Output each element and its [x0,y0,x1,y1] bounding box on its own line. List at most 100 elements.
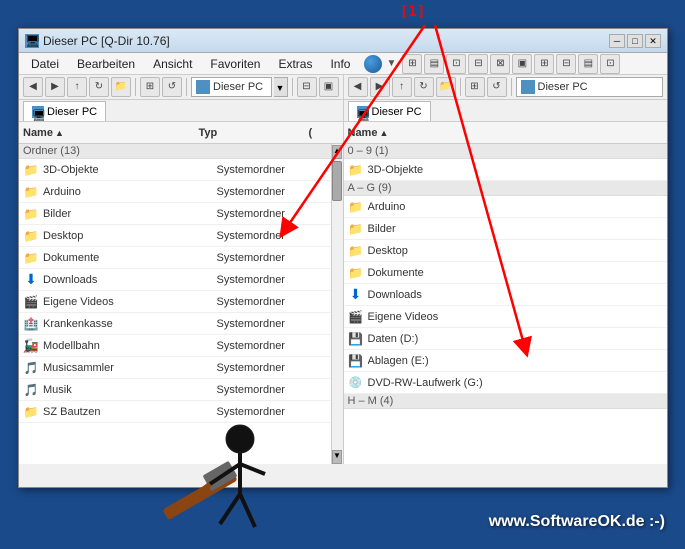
table-row[interactable]: 🎬 Eigene Videos [344,306,668,328]
left-file-list[interactable]: Ordner (13) 📁 3D-Objekte Systemordner 📁 … [19,144,331,464]
address-dropdown-left[interactable]: ▼ [274,77,288,97]
section-ag: A – G (9) [344,181,668,196]
annotation-number: [1] [400,4,425,20]
tb-icon-1[interactable]: ⊞ [402,54,422,74]
folder-icon: 📁 [23,162,39,178]
folder-icon: 📁 [348,265,364,281]
video-icon: 🎬 [23,294,39,310]
table-row[interactable]: 📁 Arduino [344,196,668,218]
tb-icon-6[interactable]: ▣ [512,54,532,74]
back-button-right[interactable]: ◀ [348,77,368,97]
table-row[interactable]: 🎵 Musicsammler Systemordner [19,357,331,379]
table-row[interactable]: 📁 Bilder Systemordner [19,203,331,225]
tb-icon-2[interactable]: ▤ [424,54,444,74]
refresh2-button-left[interactable]: ↺ [162,77,182,97]
menu-favoriten[interactable]: Favoriten [202,55,268,73]
table-row[interactable]: 🎵 Musik Systemordner [19,379,331,401]
address-bar-left[interactable]: Dieser PC [191,77,272,97]
table-row[interactable]: 🏥 Krankenkasse Systemordner [19,313,331,335]
table-row[interactable]: 📁 3D-Objekte [344,159,668,181]
menu-info[interactable]: Info [322,55,358,73]
up-button-left[interactable]: ↑ [67,77,87,97]
download-icon: ⬇ [23,272,39,288]
table-row[interactable]: 📁 Arduino Systemordner [19,181,331,203]
up-button-right[interactable]: ↑ [392,77,412,97]
table-row[interactable]: ⬇ Downloads [344,284,668,306]
dvd-icon: 💿 [348,375,364,391]
layout-btn2-left[interactable]: ▣ [319,77,339,97]
forward-button-right[interactable]: ▶ [370,77,390,97]
video-icon: 🎬 [348,309,364,325]
back-button-left[interactable]: ◀ [23,77,43,97]
menu-bearbeiten[interactable]: Bearbeiten [69,55,143,73]
tb-icon-8[interactable]: ⊟ [556,54,576,74]
view-button-right[interactable]: ⊞ [465,77,485,97]
forward-button-left[interactable]: ▶ [45,77,65,97]
address-bar-right[interactable]: Dieser PC [516,77,664,97]
close-button[interactable]: ✕ [645,34,661,48]
drive-icon: 💾 [348,353,364,369]
folder-icon: 📁 [23,228,39,244]
right-tab-label: Dieser PC [372,102,422,122]
left-pane-tab[interactable]: 🖥 Dieser PC [23,101,106,121]
scroll-thumb-left[interactable] [332,161,342,201]
right-file-list[interactable]: 0 – 9 (1) 📁 3D-Objekte A – G (9) 📁 Ardui… [344,144,668,464]
col-name-right[interactable]: Name ▲ [348,127,664,139]
section-hm: H – M (4) [344,394,668,409]
layout-btn-left[interactable]: ⊟ [297,77,317,97]
table-row[interactable]: 💾 Daten (D:) [344,328,668,350]
table-row[interactable]: 💾 Ablagen (E:) [344,350,668,372]
separator-right [460,78,461,96]
view-button-left[interactable]: ⊞ [140,77,160,97]
col-name-left[interactable]: Name ▲ [23,127,199,139]
health-icon: 🏥 [23,316,39,332]
tb-icon-3[interactable]: ⊡ [446,54,466,74]
scroll-up-arrow[interactable]: ▲ [332,145,342,159]
table-row[interactable]: 📁 SZ Bautzen Systemordner [19,401,331,423]
left-column-header: Name ▲ Typ ( [19,122,343,144]
folder-icon: 📁 [348,243,364,259]
title-bar-text: Dieser PC [Q-Dir 10.76] [43,34,609,48]
refresh2-button-right[interactable]: ↺ [487,77,507,97]
table-row[interactable]: 💿 DVD-RW-Laufwerk (G:) [344,372,668,394]
address-icon-left [196,80,210,94]
menu-dropdown-arrow[interactable]: ▼ [386,58,396,69]
globe-icon[interactable] [364,55,382,73]
tb-icon-4[interactable]: ⊟ [468,54,488,74]
main-window: 🖥 Dieser PC [Q-Dir 10.76] ─ □ ✕ Datei Be… [18,28,668,488]
menu-bar: Datei Bearbeiten Ansicht Favoriten Extra… [19,53,667,75]
folder-icon: 📁 [348,162,364,178]
tb-icon-7[interactable]: ⊞ [534,54,554,74]
table-row[interactable]: 📁 3D-Objekte Systemordner [19,159,331,181]
table-row[interactable]: 🚂 Modellbahn Systemordner [19,335,331,357]
left-scrollbar[interactable]: ▲ ▼ [331,144,343,464]
menu-ansicht[interactable]: Ansicht [145,55,200,73]
table-row[interactable]: 🎬 Eigene Videos Systemordner [19,291,331,313]
scroll-down-arrow[interactable]: ▼ [332,450,342,464]
tb-icon-10[interactable]: ⊡ [600,54,620,74]
menu-extras[interactable]: Extras [270,55,320,73]
content-area: 🖥 Dieser PC Name ▲ Typ ( Ordner (13) [19,100,667,464]
table-row[interactable]: 📁 Dokumente Systemordner [19,247,331,269]
minimize-button[interactable]: ─ [609,34,625,48]
col-extra-left[interactable]: ( [309,127,339,139]
folder-button-right[interactable]: 📁 [436,77,456,97]
table-row[interactable]: 📁 Dokumente [344,262,668,284]
col-type-left[interactable]: Typ [199,127,309,139]
music-icon: 🎵 [23,382,39,398]
sep3-left [292,78,293,96]
tab-computer-icon-right: 🖥 [357,106,369,118]
menu-datei[interactable]: Datei [23,55,67,73]
table-row[interactable]: 📁 Desktop Systemordner [19,225,331,247]
tb-icon-5[interactable]: ⊠ [490,54,510,74]
refresh-button-right[interactable]: ↻ [414,77,434,97]
table-row[interactable]: 📁 Desktop [344,240,668,262]
table-row[interactable]: ⬇ Downloads Systemordner [19,269,331,291]
maximize-button[interactable]: □ [627,34,643,48]
sort-arrow-right: ▲ [379,128,388,138]
right-pane-tab[interactable]: 🖥 Dieser PC [348,101,431,121]
tb-icon-9[interactable]: ▤ [578,54,598,74]
table-row[interactable]: 📁 Bilder [344,218,668,240]
folder-button-left[interactable]: 📁 [111,77,131,97]
refresh-button-left[interactable]: ↻ [89,77,109,97]
